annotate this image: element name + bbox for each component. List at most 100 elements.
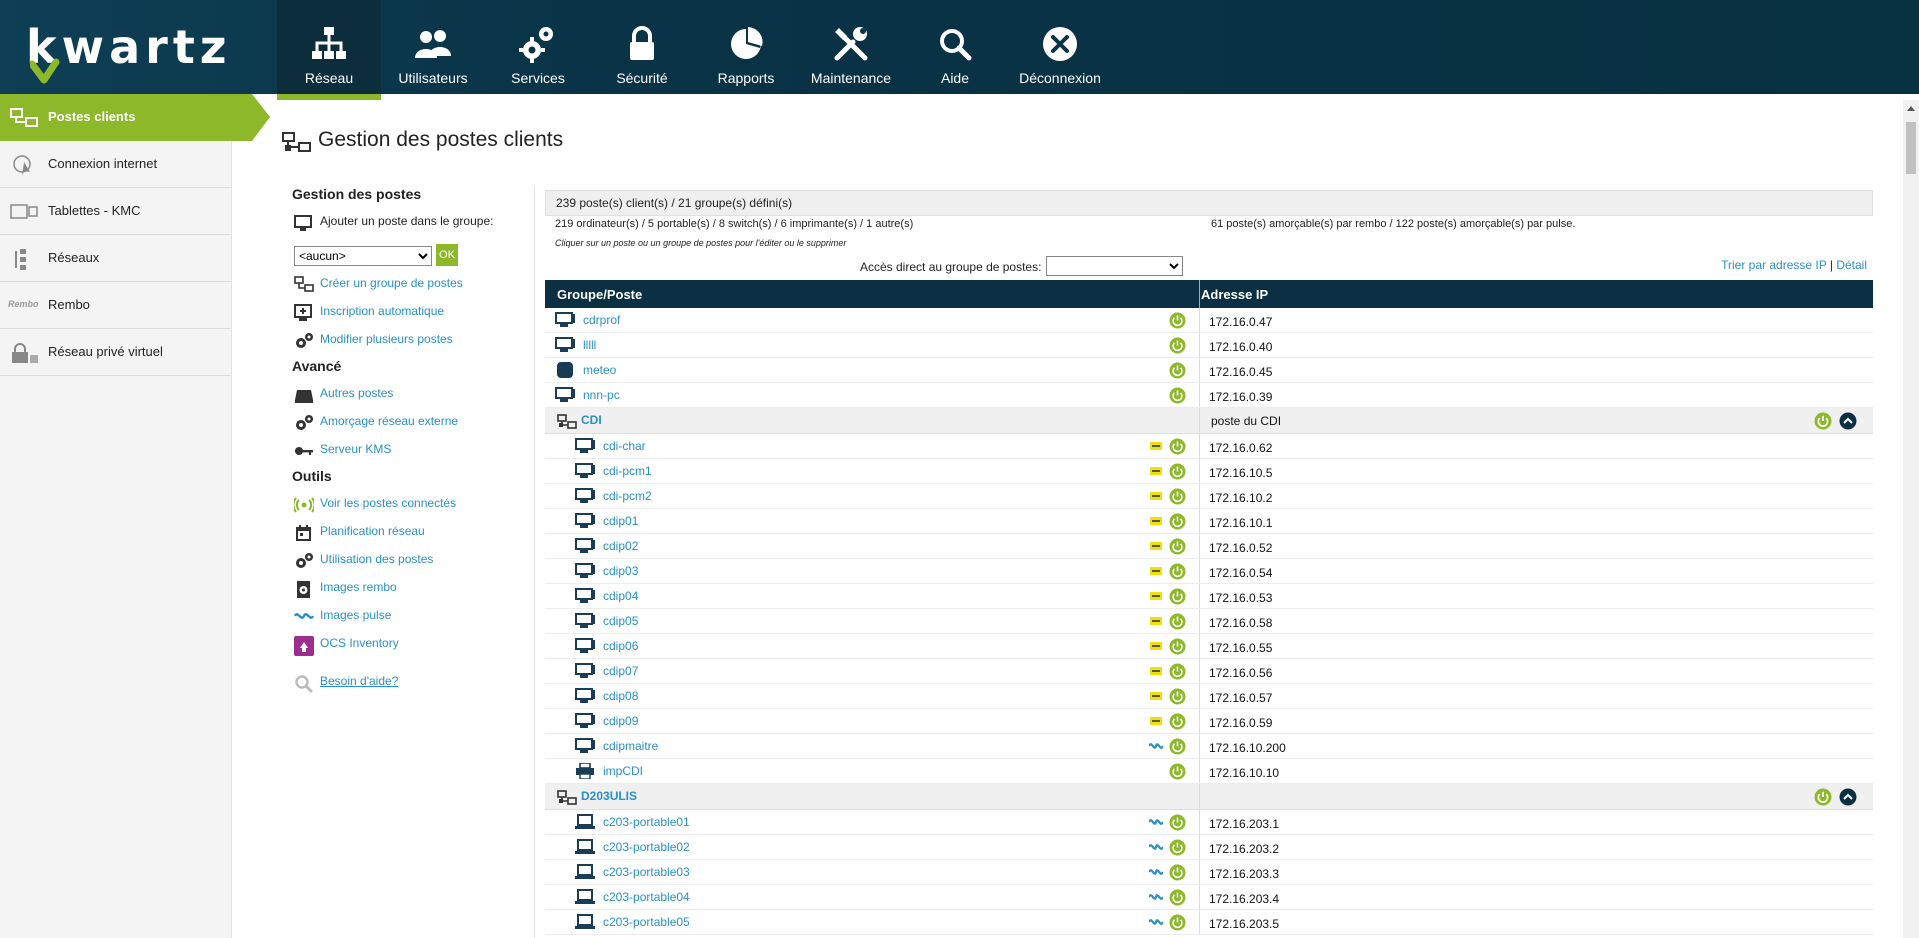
power-icon[interactable]	[1169, 312, 1186, 329]
power-icon[interactable]	[1169, 613, 1186, 630]
power-icon[interactable]	[1169, 362, 1186, 379]
group-select[interactable]: <aucun>	[294, 246, 432, 266]
power-icon[interactable]	[1169, 889, 1186, 906]
station-name[interactable]: c203-portable03	[603, 865, 690, 879]
power-icon[interactable]	[1169, 914, 1186, 931]
station-name[interactable]: impCDI	[603, 764, 643, 778]
table-row[interactable]: cdipmaitre 172.16.10.200	[545, 734, 1873, 759]
table-row[interactable]: impCDI 172.16.10.10	[545, 759, 1873, 784]
pulse-images-link[interactable]: Images pulse	[292, 606, 532, 634]
power-icon[interactable]	[1169, 839, 1186, 856]
sidebar-item-connexion-internet[interactable]: Connexion internet	[0, 141, 231, 188]
table-row[interactable]: cdip04 172.16.0.53	[545, 584, 1873, 609]
power-icon[interactable]	[1169, 763, 1186, 780]
edit-multiple-link[interactable]: Modifier plusieurs postes	[292, 330, 532, 358]
power-icon[interactable]	[1169, 463, 1186, 480]
kms-server-link[interactable]: Serveur KMS	[292, 440, 532, 468]
station-name[interactable]: cdi-pcm2	[603, 489, 652, 503]
station-name[interactable]: cdip05	[603, 614, 638, 628]
power-icon[interactable]	[1169, 513, 1186, 530]
column-header-ip[interactable]: Adresse IP	[1201, 287, 1268, 302]
table-row[interactable]: cdi-pcm1 172.16.10.5	[545, 459, 1873, 484]
power-icon[interactable]	[1169, 638, 1186, 655]
scroll-thumb[interactable]	[1906, 122, 1916, 174]
table-row[interactable]: c203-portable01 172.16.203.1	[545, 810, 1873, 835]
group-name[interactable]: CDI	[581, 413, 602, 427]
table-row[interactable]: cdrprof 172.16.0.47	[545, 308, 1873, 333]
station-name[interactable]: cdrprof	[583, 313, 620, 327]
power-icon[interactable]	[1169, 337, 1186, 354]
ok-button[interactable]: OK	[436, 244, 458, 266]
nav-deconnexion[interactable]: Déconnexion	[1008, 0, 1112, 94]
power-icon[interactable]	[1169, 538, 1186, 555]
table-row[interactable]: cdi-pcm2 172.16.10.2	[545, 484, 1873, 509]
station-name[interactable]: nnn-pc	[583, 388, 620, 402]
nav-aide[interactable]: Aide	[903, 0, 1007, 94]
group-row[interactable]: CDI poste du CDI	[545, 408, 1873, 434]
detail-link[interactable]: Détail	[1836, 258, 1867, 272]
station-name[interactable]: cdip02	[603, 539, 638, 553]
station-name[interactable]: cdip04	[603, 589, 638, 603]
station-name[interactable]: c203-portable05	[603, 915, 690, 929]
group-power-icon[interactable]	[1814, 788, 1832, 806]
power-icon[interactable]	[1169, 488, 1186, 505]
table-row[interactable]: c203-portable04 172.16.203.4	[545, 885, 1873, 910]
kwartz-logo[interactable]: kwartz	[26, 22, 227, 84]
table-row[interactable]: cdip01 172.16.10.1	[545, 509, 1873, 534]
power-icon[interactable]	[1169, 738, 1186, 755]
help-link[interactable]: Besoin d'aide?	[292, 672, 532, 700]
scroll-up-icon[interactable]	[1907, 106, 1915, 111]
create-group-link[interactable]: Créer un groupe de postes	[292, 274, 532, 302]
table-row[interactable]: meteo 172.16.0.45	[545, 358, 1873, 383]
sidebar-item-reseaux[interactable]: Réseaux	[0, 235, 231, 282]
station-name[interactable]: cdip09	[603, 714, 638, 728]
table-row[interactable]: cdi-char 172.16.0.62	[545, 434, 1873, 459]
sort-by-ip-link[interactable]: Trier par adresse IP	[1721, 258, 1826, 272]
stations-usage-link[interactable]: Utilisation des postes	[292, 550, 532, 578]
power-icon[interactable]	[1169, 663, 1186, 680]
connected-stations-link[interactable]: Voir les postes connectés	[292, 494, 532, 522]
group-row[interactable]: D203ULIS	[545, 784, 1873, 810]
page-scrollbar[interactable]	[1903, 100, 1919, 938]
table-row[interactable]: cdip09 172.16.0.59	[545, 709, 1873, 734]
collapse-icon[interactable]	[1839, 788, 1857, 806]
ocs-inventory-link[interactable]: OCS Inventory	[292, 634, 532, 662]
sidebar-item-tablettes-kmc[interactable]: Tablettes - KMC	[0, 188, 231, 235]
station-name[interactable]: cdip07	[603, 664, 638, 678]
power-icon[interactable]	[1169, 588, 1186, 605]
station-name[interactable]: c203-portable04	[603, 890, 690, 904]
table-row[interactable]: c203-portable02 172.16.203.2	[545, 835, 1873, 860]
station-name[interactable]: cdip01	[603, 514, 638, 528]
nav-rapports[interactable]: Rapports	[694, 0, 798, 94]
table-row[interactable]: c203-portable03 172.16.203.3	[545, 860, 1873, 885]
table-row[interactable]: cdip05 172.16.0.58	[545, 609, 1873, 634]
table-row[interactable]: cdip02 172.16.0.52	[545, 534, 1873, 559]
table-row[interactable]: cdip08 172.16.0.57	[545, 684, 1873, 709]
sidebar-item-postes-clients[interactable]: Postes clients	[0, 94, 270, 141]
power-icon[interactable]	[1169, 864, 1186, 881]
power-icon[interactable]	[1169, 688, 1186, 705]
other-stations-link[interactable]: Autres postes	[292, 384, 532, 412]
auto-registration-link[interactable]: Inscription automatique	[292, 302, 532, 330]
power-icon[interactable]	[1169, 713, 1186, 730]
sidebar-item-reseau-prive-virtuel[interactable]: Réseau privé virtuel	[0, 329, 231, 376]
direct-access-select[interactable]	[1046, 256, 1183, 276]
station-name[interactable]: cdip08	[603, 689, 638, 703]
table-row[interactable]: cdip03 172.16.0.54	[545, 559, 1873, 584]
station-name[interactable]: c203-portable02	[603, 840, 690, 854]
collapse-icon[interactable]	[1839, 412, 1857, 430]
table-row[interactable]: cdip06 172.16.0.55	[545, 634, 1873, 659]
table-row[interactable]: c203-portable05 172.16.203.5	[545, 910, 1873, 935]
station-name[interactable]: lllll	[583, 338, 596, 352]
nav-services[interactable]: Services	[486, 0, 590, 94]
station-name[interactable]: meteo	[583, 363, 616, 377]
nav-reseau[interactable]: Réseau	[277, 0, 381, 100]
station-name[interactable]: cdi-pcm1	[603, 464, 652, 478]
table-row[interactable]: cdip07 172.16.0.56	[545, 659, 1873, 684]
rembo-images-link[interactable]: Images rembo	[292, 578, 532, 606]
station-name[interactable]: cdipmaitre	[603, 739, 658, 753]
nav-maintenance[interactable]: Maintenance	[799, 0, 903, 94]
power-icon[interactable]	[1169, 563, 1186, 580]
column-header-group[interactable]: Groupe/Poste	[557, 287, 642, 302]
station-name[interactable]: cdi-char	[603, 439, 646, 453]
